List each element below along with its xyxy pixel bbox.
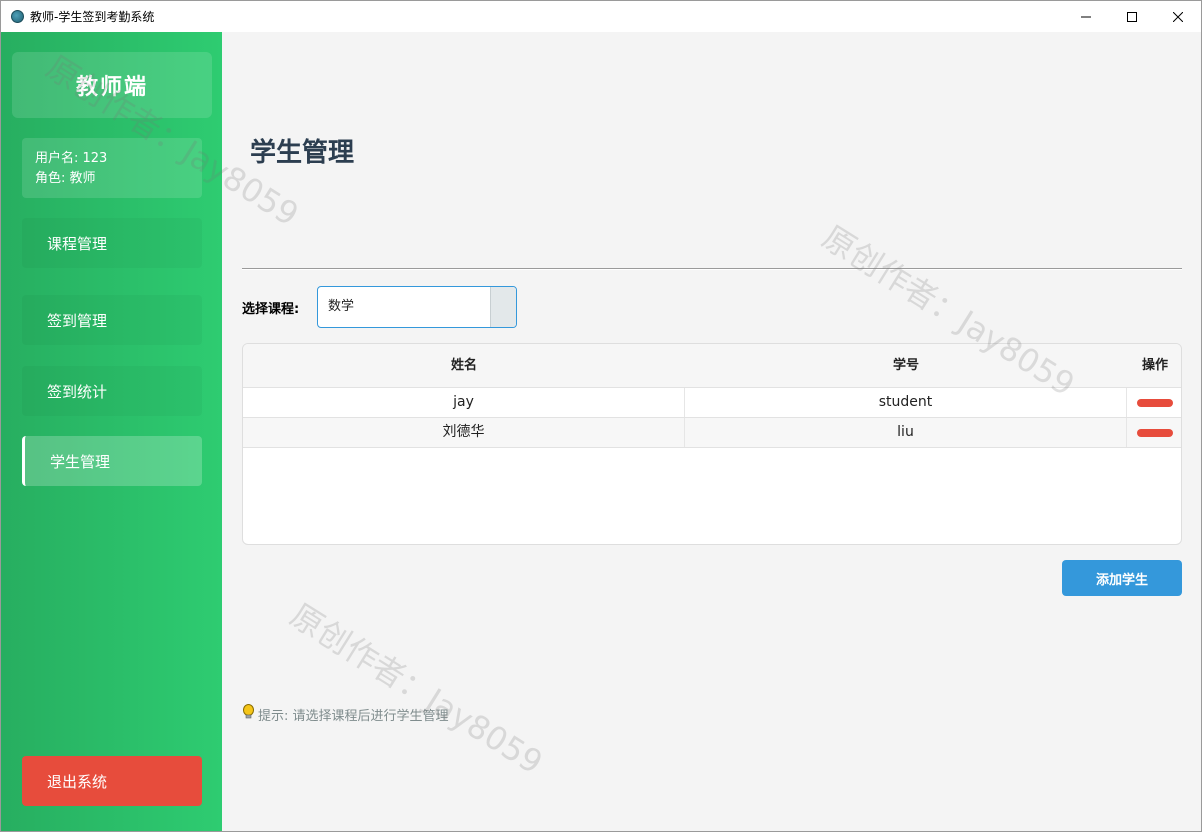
hint-label: 提示: 请选择课程后进行学生管理: [258, 708, 449, 724]
sidebar-header: 教师端: [12, 52, 212, 118]
cell-student-id: liu: [685, 418, 1127, 447]
sidebar-item-label: 签到管理: [47, 311, 108, 330]
sidebar-item-label: 签到统计: [47, 382, 108, 401]
app-window: 教师-学生签到考勤系统 教师端 用户名: 123 角色: 教师 课程管理 签到管…: [0, 0, 1202, 832]
cell-student-id: student: [685, 388, 1127, 417]
add-student-button[interactable]: 添加学生: [1062, 560, 1182, 596]
title-bar: 教师-学生签到考勤系统: [1, 1, 1201, 32]
app-icon: [11, 10, 24, 23]
username-text: 用户名: 123: [35, 151, 108, 166]
window-title: 教师-学生签到考勤系统: [30, 10, 155, 24]
cell-name: 刘德华: [243, 418, 685, 447]
column-header-id[interactable]: 学号: [685, 344, 1127, 388]
maximize-icon: [1127, 11, 1137, 22]
window-controls: [1063, 1, 1201, 32]
column-header-actions[interactable]: 操作: [1127, 344, 1181, 388]
minimize-icon: [1081, 16, 1091, 17]
close-button[interactable]: [1155, 1, 1201, 32]
column-header-name[interactable]: 姓名: [243, 344, 685, 388]
delete-button[interactable]: [1137, 429, 1173, 437]
logout-button[interactable]: 退出系统: [22, 756, 202, 806]
close-icon: [1173, 11, 1183, 22]
course-select[interactable]: 数学: [317, 286, 517, 328]
cell-name: jay: [243, 388, 685, 417]
maximize-button[interactable]: [1109, 1, 1155, 32]
main-content: 学生管理 选择课程: 数学 姓名 学号 操作 jay student 刘德华 l…: [222, 32, 1201, 831]
course-select-value: 数学: [328, 299, 355, 314]
sidebar-item-signin[interactable]: 签到管理: [22, 295, 202, 345]
sidebar-item-label: 学生管理: [50, 452, 111, 471]
role-text: 角色: 教师: [35, 171, 96, 186]
lightbulb-icon: [242, 704, 255, 724]
minimize-button[interactable]: [1063, 1, 1109, 32]
sidebar: 教师端 用户名: 123 角色: 教师 课程管理 签到管理 签到统计 学生管理 …: [1, 32, 222, 831]
delete-button[interactable]: [1137, 399, 1173, 407]
page-title: 学生管理: [250, 138, 355, 168]
sidebar-item-courses[interactable]: 课程管理: [22, 218, 202, 268]
sidebar-item-statistics[interactable]: 签到统计: [22, 366, 202, 416]
table-row[interactable]: 刘德华 liu: [243, 418, 1181, 448]
sidebar-item-label: 课程管理: [47, 234, 108, 253]
dropdown-arrow-icon[interactable]: [490, 287, 516, 327]
user-info: 用户名: 123 角色: 教师: [22, 138, 202, 198]
table-header: 姓名 学号 操作: [243, 344, 1181, 388]
divider: [242, 268, 1182, 270]
course-label: 选择课程:: [242, 302, 300, 317]
table-row[interactable]: jay student: [243, 388, 1181, 418]
sidebar-item-students[interactable]: 学生管理: [22, 436, 202, 486]
hint-text: 提示: 请选择课程后进行学生管理: [242, 704, 449, 724]
student-table: 姓名 学号 操作 jay student 刘德华 liu: [242, 343, 1182, 545]
